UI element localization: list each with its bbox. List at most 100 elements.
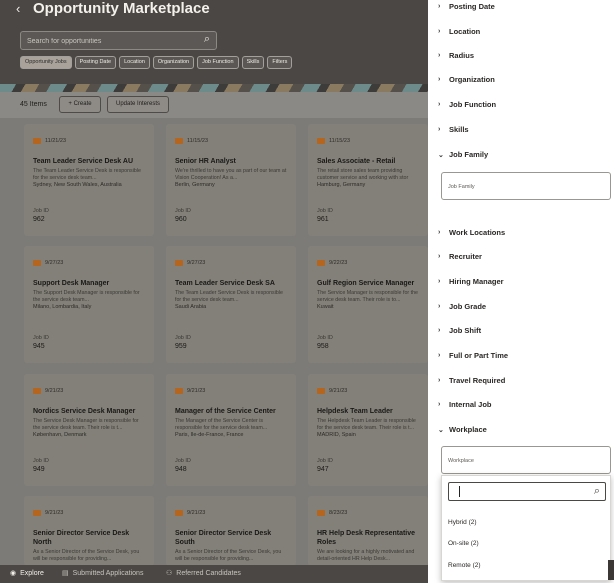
- card-date: 9/22/23: [329, 259, 348, 266]
- card-title[interactable]: Helpdesk Team Leader: [317, 407, 419, 416]
- filter-label: Hiring Manager: [449, 277, 504, 286]
- main-content-dimmed: ‹ Opportunity Marketplace ⌕ Opportunity …: [0, 0, 428, 583]
- workplace-field[interactable]: Workplace: [441, 446, 611, 474]
- card-location: Hamburg, Germany: [317, 182, 366, 188]
- chip-skills[interactable]: Skills: [241, 56, 265, 69]
- chip-filters[interactable]: Filters: [267, 56, 293, 69]
- filter-chips: Opportunity Jobs Posting Date Location O…: [20, 56, 293, 69]
- card-title[interactable]: Nordics Service Desk Manager: [33, 407, 145, 416]
- nav-submitted-applications[interactable]: ▤ Submitted Applications: [62, 569, 144, 578]
- chip-organization[interactable]: Organization: [152, 56, 195, 69]
- card-title[interactable]: Manager of the Service Center: [175, 407, 287, 416]
- filter-radius[interactable]: › Radius: [438, 51, 474, 60]
- nav-explore[interactable]: ◉ Explore: [10, 569, 44, 578]
- job-card[interactable]: 9/21/23 Manager of the Service Center Th…: [166, 374, 296, 486]
- chip-job-function[interactable]: Job Function: [197, 56, 239, 69]
- card-title[interactable]: Team Leader Service Desk AU: [33, 157, 145, 166]
- filter-organization[interactable]: › Organization: [438, 75, 495, 84]
- filter-label: Job Shift: [449, 326, 482, 335]
- nav-explore-label: Explore: [20, 569, 44, 577]
- job-type-icon: [317, 387, 325, 394]
- back-arrow-icon[interactable]: ‹: [16, 1, 20, 16]
- chip-location[interactable]: Location: [119, 56, 150, 69]
- chip-posting-date[interactable]: Posting Date: [74, 56, 117, 69]
- page-title: Opportunity Marketplace: [33, 0, 210, 17]
- job-id-value: 949: [33, 466, 45, 473]
- dropdown-search-input[interactable]: ⌕: [448, 482, 606, 501]
- card-title[interactable]: Gulf Region Service Manager: [317, 279, 419, 288]
- card-location: Sydney, New South Wales, Australia: [33, 182, 122, 188]
- chevron-right-icon: ›: [438, 253, 441, 260]
- job-card[interactable]: 9/21/23 Senior Director Service Desk Sou…: [166, 496, 296, 566]
- card-title[interactable]: Senior HR Analyst: [175, 157, 287, 166]
- job-card[interactable]: 11/15/23 Sales Associate - Retail The re…: [308, 124, 428, 236]
- filter-job-grade[interactable]: › Job Grade: [438, 302, 486, 311]
- filter-workplace[interactable]: ⌄ Workplace: [438, 425, 487, 434]
- job-type-icon: [33, 137, 41, 144]
- card-title[interactable]: Senior Director Service Desk North: [33, 529, 145, 547]
- chip-opportunity-jobs[interactable]: Opportunity Jobs: [20, 56, 72, 69]
- filter-hiring-manager[interactable]: › Hiring Manager: [438, 277, 504, 286]
- search-icon[interactable]: ⌕: [594, 485, 600, 498]
- job-card[interactable]: 9/27/23 Support Desk Manager The Support…: [24, 246, 154, 363]
- search-input[interactable]: [27, 34, 197, 48]
- job-id-value: 960: [175, 216, 187, 223]
- filter-label: Workplace: [449, 425, 487, 434]
- filter-full-part-time[interactable]: › Full or Part Time: [438, 351, 508, 360]
- nav-submitted-label: Submitted Applications: [72, 569, 144, 577]
- card-title[interactable]: Team Leader Service Desk SA: [175, 279, 287, 288]
- job-id-value: 959: [175, 343, 187, 350]
- chevron-right-icon: ›: [438, 352, 441, 359]
- create-button[interactable]: + Create: [59, 96, 101, 113]
- filter-work-locations[interactable]: › Work Locations: [438, 228, 505, 237]
- job-id-label: Job ID: [317, 458, 333, 464]
- option-on-site[interactable]: On-site (2): [448, 540, 479, 547]
- search-icon[interactable]: ⌕: [204, 33, 210, 46]
- job-card[interactable]: 9/22/23 Gulf Region Service Manager The …: [308, 246, 428, 363]
- update-interests-button[interactable]: Update Interests: [107, 96, 169, 113]
- job-type-icon: [175, 387, 183, 394]
- search-box[interactable]: ⌕: [20, 31, 217, 50]
- job-card[interactable]: 9/21/23 Nordics Service Desk Manager The…: [24, 374, 154, 486]
- job-family-field[interactable]: Job Family: [441, 172, 611, 200]
- card-title[interactable]: HR Help Desk Representative Roles: [317, 529, 419, 547]
- job-card[interactable]: 11/21/23 Team Leader Service Desk AU The…: [24, 124, 154, 236]
- filter-job-family[interactable]: ⌄ Job Family: [438, 150, 488, 159]
- chevron-right-icon: ›: [438, 278, 441, 285]
- card-date: 9/21/23: [187, 387, 206, 394]
- option-hybrid[interactable]: Hybrid (2): [448, 519, 477, 526]
- filter-label: Job Function: [449, 100, 497, 109]
- filter-skills[interactable]: › Skills: [438, 125, 469, 134]
- filter-label: Skills: [449, 125, 469, 134]
- chevron-right-icon: ›: [438, 101, 441, 108]
- filter-travel-required[interactable]: › Travel Required: [438, 376, 505, 385]
- filter-label: Recruiter: [449, 252, 482, 261]
- card-title[interactable]: Senior Director Service Desk South: [175, 529, 287, 547]
- chevron-right-icon: ›: [438, 52, 441, 59]
- filter-internal-job[interactable]: › Internal Job: [438, 400, 492, 409]
- job-card[interactable]: 8/23/23 HR Help Desk Representative Role…: [308, 496, 428, 566]
- job-card[interactable]: 9/21/23 Senior Director Service Desk Nor…: [24, 496, 154, 566]
- card-description: The Helpdesk Team Leader is responsible …: [317, 418, 416, 431]
- filter-label: Job Grade: [449, 302, 487, 311]
- filter-posting-date[interactable]: › Posting Date: [438, 2, 495, 11]
- card-date: 8/23/23: [329, 509, 348, 516]
- job-id-value: 962: [33, 216, 45, 223]
- scroll-edge[interactable]: [608, 560, 614, 580]
- job-card[interactable]: 9/27/23 Team Leader Service Desk SA The …: [166, 246, 296, 363]
- card-title[interactable]: Support Desk Manager: [33, 279, 145, 288]
- filter-job-shift[interactable]: › Job Shift: [438, 326, 481, 335]
- card-description: The retail store sales team providing cu…: [317, 168, 409, 181]
- nav-referred-candidates[interactable]: ⚇ Referred Candidates: [166, 569, 241, 578]
- filter-job-function[interactable]: › Job Function: [438, 100, 496, 109]
- filter-label: Organization: [449, 75, 495, 84]
- job-type-icon: [175, 259, 183, 266]
- card-title[interactable]: Sales Associate - Retail: [317, 157, 419, 166]
- job-card[interactable]: 11/15/23 Senior HR Analyst We're thrille…: [166, 124, 296, 236]
- filter-location[interactable]: › Location: [438, 27, 480, 36]
- job-type-icon: [175, 137, 183, 144]
- filter-label: Posting Date: [449, 2, 495, 11]
- job-card[interactable]: 9/21/23 Helpdesk Team Leader The Helpdes…: [308, 374, 428, 486]
- filter-recruiter[interactable]: › Recruiter: [438, 252, 482, 261]
- option-remote[interactable]: Remote (2): [448, 562, 481, 569]
